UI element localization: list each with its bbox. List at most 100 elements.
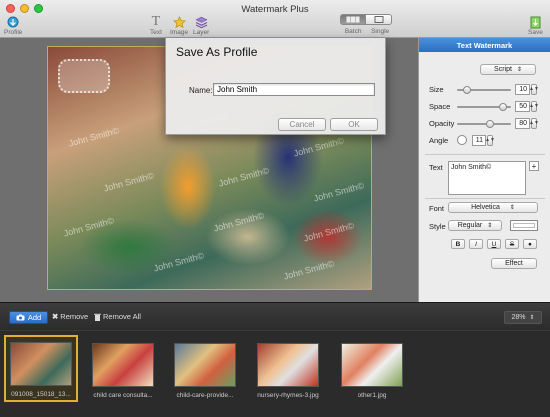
opacity-slider[interactable]: [457, 120, 511, 128]
title-bar: Watermark Plus Profile T Text Image Laye…: [0, 0, 550, 38]
batch-mode-label: Batch: [344, 28, 362, 35]
panel-divider: [425, 154, 545, 155]
name-label: Name:: [189, 86, 213, 95]
angle-stepper[interactable]: ▲▼: [485, 135, 495, 146]
thumbnail-item[interactable]: 091008_15018_13...: [4, 335, 78, 402]
opacity-slider-knob[interactable]: [486, 120, 494, 128]
zoom-value: 28%: [511, 314, 526, 321]
remove-button[interactable]: ✖ Remove: [52, 312, 88, 321]
watermark-text: John Smith©: [62, 215, 116, 239]
thumbnail-item[interactable]: child care consulta...: [90, 343, 156, 399]
watermark-text: John Smith©: [312, 180, 366, 204]
font-select[interactable]: Helvetica ⇕: [448, 202, 538, 213]
add-symbol-button[interactable]: +: [529, 161, 539, 171]
chevron-updown-icon: ⇕: [529, 315, 535, 321]
ok-button[interactable]: OK: [330, 118, 378, 131]
layers-icon: [195, 15, 208, 29]
save-tool-button[interactable]: Save: [528, 15, 543, 36]
thumbnail-image: [92, 343, 154, 387]
single-mode-label: Single: [371, 28, 390, 35]
opacity-stepper[interactable]: ▲▼: [529, 118, 539, 129]
watermark-text: John Smith©: [302, 220, 356, 244]
effect-button[interactable]: Effect: [491, 258, 537, 269]
shadow-button[interactable]: ●: [523, 239, 537, 249]
watermark-text: John Smith©: [152, 250, 206, 274]
chevron-updown-icon: ⇕: [516, 67, 522, 73]
thumbnail-caption: child-care-provide...: [176, 392, 234, 399]
opacity-label: Opacity: [429, 119, 455, 128]
batch-icon: [346, 16, 360, 23]
save-as-profile-dialog: Save As Profile Name: Cancel OK: [165, 38, 386, 135]
save-tool-label: Save: [528, 29, 543, 36]
cancel-button[interactable]: Cancel: [278, 118, 326, 131]
text-icon: T: [151, 14, 161, 29]
angle-dial[interactable]: [457, 135, 467, 145]
space-value-field[interactable]: 50: [515, 101, 530, 112]
add-label: Add: [27, 313, 42, 322]
single-icon: [374, 16, 383, 23]
thumbnail-image: [10, 342, 72, 386]
thumbnail-caption: nursery-rhymes-3.jpg: [257, 392, 319, 399]
watermark-mode-select[interactable]: Script ⇕: [480, 64, 536, 75]
size-value-field[interactable]: 10: [515, 84, 530, 95]
batch-single-labels: Batch Single: [340, 28, 394, 35]
thumbnail-item[interactable]: nursery-rhymes-3.jpg: [255, 343, 321, 399]
thumbnail-caption: other1.jpg: [357, 392, 387, 399]
angle-value-field[interactable]: 11: [472, 135, 486, 146]
zoom-select[interactable]: 28% ⇕: [504, 311, 542, 324]
add-button[interactable]: Add: [9, 311, 48, 324]
strikethrough-button[interactable]: S: [505, 239, 519, 249]
image-tool-label: Image: [170, 29, 189, 36]
thumbnail-caption: child care consulta...: [93, 392, 153, 399]
single-mode-button[interactable]: [366, 14, 392, 25]
profile-tool-button[interactable]: Profile: [4, 15, 22, 36]
trash-icon: [94, 313, 101, 321]
space-stepper[interactable]: ▲▼: [529, 101, 539, 112]
profile-icon: [7, 15, 19, 29]
batch-mode-button[interactable]: [340, 14, 366, 25]
opacity-value-field[interactable]: 80: [515, 118, 530, 129]
size-stepper[interactable]: ▲▼: [529, 84, 539, 95]
layer-tool-button[interactable]: Layer: [193, 15, 209, 36]
dialog-title: Save As Profile: [176, 45, 258, 59]
profile-name-input[interactable]: [213, 83, 375, 96]
image-tool-button[interactable]: Image: [170, 15, 188, 36]
thumbnail-image: [257, 343, 319, 387]
chevron-updown-icon: ⇕: [509, 205, 515, 211]
layer-tool-label: Layer: [193, 29, 210, 36]
panel-header: Text Watermark: [419, 38, 550, 52]
space-slider-knob[interactable]: [499, 103, 507, 111]
watermark-text: John Smith©: [212, 210, 266, 234]
italic-button[interactable]: I: [469, 239, 483, 249]
size-slider[interactable]: [457, 86, 511, 94]
watermark-text: John Smith©: [67, 125, 121, 149]
thumbnail-item[interactable]: child-care-provide...: [172, 343, 238, 399]
window-title: Watermark Plus: [241, 4, 309, 15]
watermark-text: John Smith©: [217, 165, 271, 189]
remove-all-button[interactable]: Remove All: [94, 312, 141, 321]
camera-icon: [16, 314, 25, 321]
bold-button[interactable]: B: [451, 239, 465, 249]
watermark-mode-value: Script: [494, 66, 512, 73]
space-label: Space: [429, 102, 451, 111]
watermark-text: John Smith©: [102, 170, 156, 194]
style-select[interactable]: Regular ⇕: [448, 220, 502, 231]
remove-label: Remove: [60, 312, 89, 321]
space-slider[interactable]: [457, 103, 511, 111]
angle-label: Angle: [429, 136, 449, 145]
text-tool-button[interactable]: T Text: [150, 14, 162, 36]
watermark-text-field[interactable]: John Smith©: [448, 161, 526, 195]
thumbnail-strip: 091008_15018_13... child care consulta..…: [0, 331, 550, 417]
underline-button[interactable]: U: [487, 239, 501, 249]
remove-all-label: Remove All: [103, 312, 141, 321]
thumbnail-caption: 091008_15018_13...: [11, 391, 71, 398]
text-label: Text: [429, 163, 443, 172]
text-tool-label: Text: [150, 29, 162, 36]
watermark-text: John Smith©: [292, 135, 346, 159]
thumbnail-item[interactable]: other1.jpg: [339, 343, 405, 399]
size-slider-knob[interactable]: [463, 86, 471, 94]
font-value: Helvetica: [471, 204, 500, 211]
star-icon: [172, 15, 186, 29]
save-icon: [530, 15, 541, 29]
text-color-swatch[interactable]: [510, 220, 538, 231]
